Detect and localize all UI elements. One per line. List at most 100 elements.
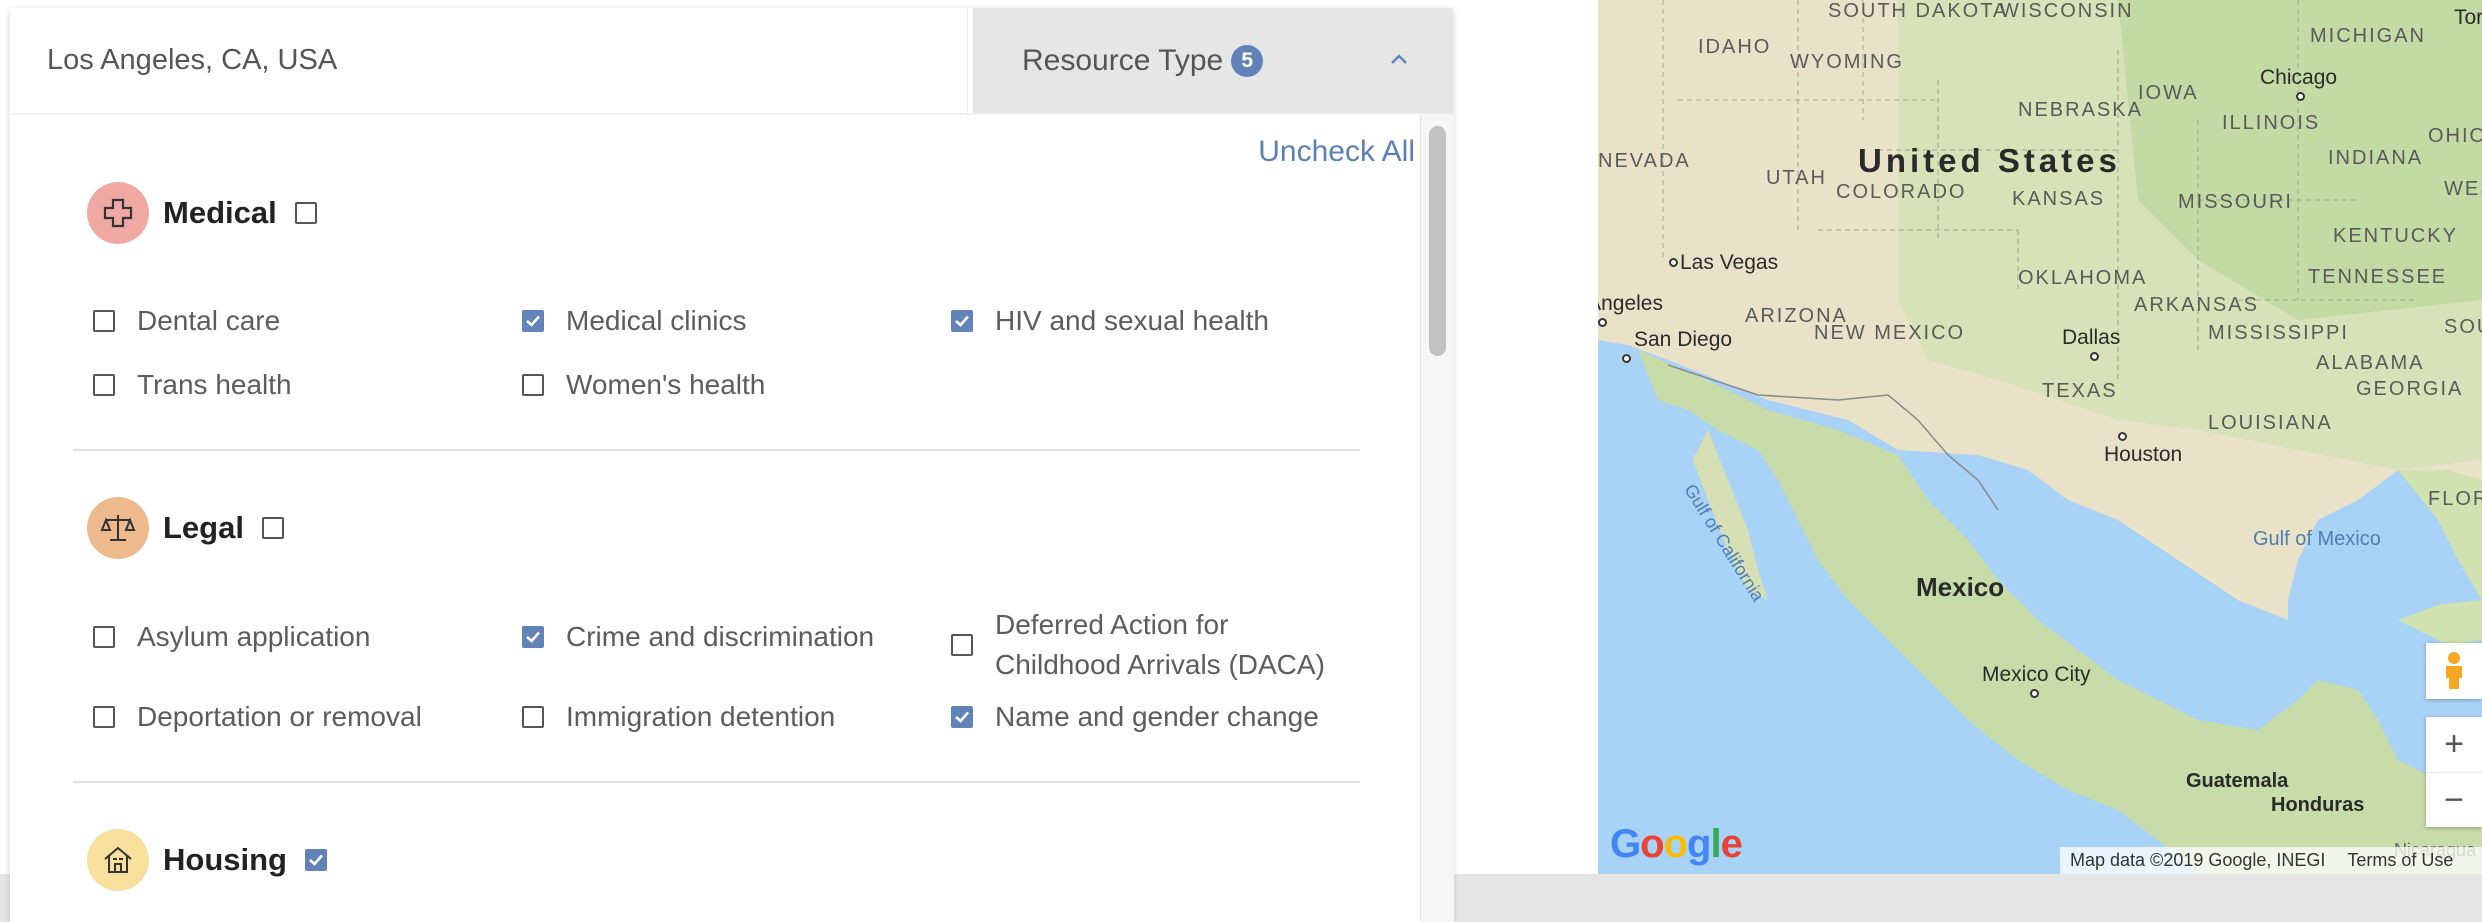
map-label-wyoming: WYOMING [1790,51,1904,73]
resource-type-count-badge: 5 [1231,44,1264,77]
checkbox-checked[interactable] [522,310,544,332]
checkbox[interactable] [93,310,115,332]
option-trans-health[interactable]: Trans health [93,365,292,405]
street-view-pegman-button[interactable] [2426,643,2482,699]
checkbox[interactable] [522,706,544,728]
map-label-tennessee: TENNESSEE [2308,266,2448,288]
category-checkbox-medical[interactable] [294,202,317,224]
map-city-marker [1622,354,1631,363]
checkbox[interactable] [93,706,115,728]
uncheck-all-link[interactable]: Uncheck All [23,135,1415,169]
zoom-controls: + − [2426,717,2482,827]
option-immigration-detention[interactable]: Immigration detention [522,697,835,737]
map-label-west-virginia: WEST VIRGINIA [2444,178,2482,200]
map-label-missouri: MISSOURI [2178,191,2293,213]
map-attribution-bar: Map data ©2019 Google, INEGI Terms of Us… [2060,847,2482,874]
map-label-arkansas: ARKANSAS [2134,294,2259,316]
map-label-south-dakota: SOUTH DAKOTA [1828,0,2009,22]
checkbox-checked[interactable] [951,310,973,332]
resource-type-label: Resource Type [1022,43,1224,77]
option-label: Name and gender change [995,701,1319,732]
map-label-mexico: Mexico [1916,572,2005,602]
map-city-toronto: Toronto [2454,6,2482,29]
option-deportation-removal[interactable]: Deportation or removal [93,697,422,737]
google-logo: Google [1610,822,1743,866]
map-label-florida: FLORIDA [2428,488,2482,510]
checkbox-checked[interactable] [951,706,973,728]
map-label-idaho: IDAHO [1698,36,1772,58]
map-city-mexico-city: Mexico City [1982,663,2091,686]
gap [1455,0,1598,874]
filter-panel: Los Angeles, CA, USA Resource Type 5 Unc… [10,8,1454,922]
option-label: Crime and discrimination [566,621,875,652]
section-divider [73,781,1360,783]
option-medical-clinics[interactable]: Medical clinics [522,301,747,341]
scrollbar-thumb[interactable] [1429,126,1446,356]
house-icon [87,829,149,891]
map-label-louisiana: LOUISIANA [2208,412,2333,434]
terms-of-use-link[interactable]: Terms of Use [2347,850,2453,871]
map-label-wisconsin: WISCONSIN [2000,0,2134,22]
map-city-los-angeles: Los Angeles [1598,292,1663,315]
map-label-guatemala: Guatemala [2186,770,2289,792]
option-label: Medical clinics [566,305,747,336]
map-city-marker [2030,689,2039,698]
map-label-indiana: INDIANA [2328,147,2424,169]
map-label-oklahoma: OKLAHOMA [2018,267,2148,289]
option-hiv-sexual-health[interactable]: HIV and sexual health [951,301,1269,341]
category-medical: Medical [87,182,317,244]
map-city-marker [2296,92,2305,101]
filter-list: Uncheck All Medical Dental care Medical … [10,115,1415,922]
map-city-chicago: Chicago [2260,66,2338,89]
resource-type-dropdown[interactable]: Resource Type 5 [973,8,1453,113]
option-label: Deferred Action for Childhood Arrivals (… [995,609,1325,680]
option-label: Trans health [137,369,292,400]
map-label-kentucky: KENTUCKY [2333,225,2458,247]
map-label-alabama: ALABAMA [2316,352,2425,374]
map-label-mississippi: MISSISSIPPI [2208,322,2349,344]
chevron-up-icon[interactable] [1385,46,1413,74]
map-label-utah: UTAH [1766,167,1827,189]
option-name-gender-change[interactable]: Name and gender change [951,697,1319,737]
checkbox-checked[interactable] [522,626,544,648]
map-label-gulf-of-mexico: Gulf of Mexico [2253,528,2381,550]
option-label: Women's health [566,369,766,400]
option-womens-health[interactable]: Women's health [522,365,765,405]
map-label-south-carolina: SOUTH CAROLINA [2444,316,2482,338]
category-title-medical: Medical [163,195,277,230]
map-city-marker [1669,258,1678,267]
medical-cross-icon [87,182,149,244]
checkbox[interactable] [93,626,115,648]
option-asylum-application[interactable]: Asylum application [93,617,370,657]
category-title-housing: Housing [163,842,287,877]
option-dental-care[interactable]: Dental care [93,301,280,341]
map-label-georgia: GEORGIA [2356,378,2464,400]
option-crime-discrimination[interactable]: Crime and discrimination [522,617,874,657]
category-checkbox-legal[interactable] [261,517,284,539]
checkbox[interactable] [93,374,115,396]
map-view[interactable]: WISCONSIN SOUTH DAKOTA MICHIGAN IDAHO WY… [1598,0,2482,874]
zoom-out-button[interactable]: − [2426,773,2482,828]
category-title-legal: Legal [163,510,244,545]
category-checkbox-housing[interactable] [305,849,327,871]
map-city-marker [2090,352,2099,361]
option-daca[interactable]: Deferred Action for Childhood Arrivals (… [951,605,1331,685]
uncheck-all-label: Uncheck All [1258,135,1415,168]
checkbox[interactable] [951,634,973,656]
map-label-illinois: ILLINOIS [2222,112,2321,134]
option-label: Deportation or removal [137,701,422,732]
location-search-field[interactable]: Los Angeles, CA, USA [10,8,968,113]
checkbox[interactable] [522,374,544,396]
map-city-marker [1598,318,1607,327]
location-value: Los Angeles, CA, USA [47,44,338,76]
option-label: Dental care [137,305,281,336]
map-city-dallas: Dallas [2062,326,2121,349]
map-label-iowa: IOWA [2138,82,2199,104]
option-label: Immigration detention [566,701,836,732]
category-legal: Legal [87,497,284,559]
zoom-in-button[interactable]: + [2426,717,2482,773]
map-city-san-diego: San Diego [1634,328,1733,351]
map-label-nebraska: NEBRASKA [2018,99,2143,121]
category-housing: Housing [87,829,327,891]
map-label-texas: TEXAS [2042,380,2118,402]
